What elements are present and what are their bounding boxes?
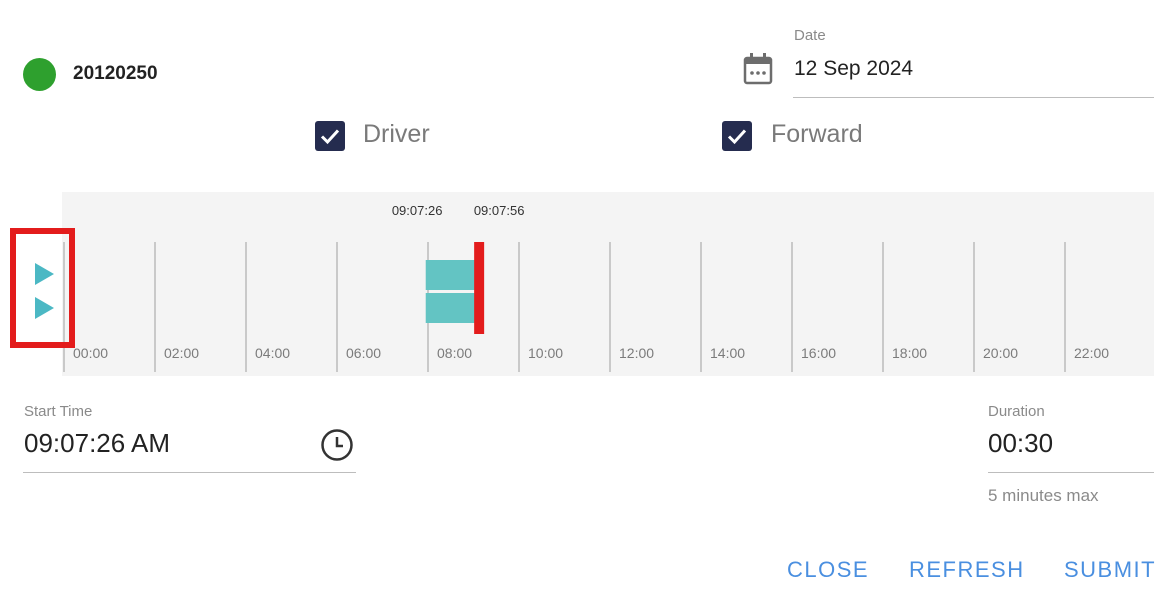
start-time-label: Start Time: [24, 403, 93, 420]
driver-checkbox[interactable]: [315, 121, 345, 151]
timeline-tick-label: 22:00: [1074, 345, 1109, 361]
timeline-tick-label: 00:00: [73, 345, 108, 361]
checkmark-icon: [727, 129, 747, 145]
duration-hint: 5 minutes max: [988, 486, 1099, 505]
date-field-underline: [793, 97, 1154, 98]
timeline-tick-label: 10:00: [528, 345, 563, 361]
forward-checkbox-label[interactable]: Forward: [771, 120, 863, 149]
vehicle-id: 20120250: [73, 63, 158, 84]
forward-footage-segment: [425, 293, 481, 323]
timeline-position-marker: [474, 242, 485, 334]
date-label: Date: [794, 27, 826, 44]
duration-label: Duration: [988, 403, 1045, 420]
timeline-tick-label: 18:00: [892, 345, 927, 361]
driver-checkbox-label[interactable]: Driver: [363, 120, 430, 149]
selection-start-label: 09:07:26: [392, 203, 443, 218]
duration-field[interactable]: 00:30: [988, 428, 1053, 459]
driver-footage-segment: [425, 260, 481, 290]
timeline-tick-label: 04:00: [255, 345, 290, 361]
play-controls-highlight: [10, 228, 75, 348]
timeline-tick-label: 16:00: [801, 345, 836, 361]
submit-button[interactable]: SUBMIT: [1064, 557, 1156, 583]
timeline-tick-label: 08:00: [437, 345, 472, 361]
timeline-tick-label: 02:00: [164, 345, 199, 361]
duration-underline: [988, 472, 1154, 473]
calendar-icon[interactable]: [742, 52, 774, 86]
clock-icon[interactable]: [320, 428, 354, 462]
timeline-tick-label: 20:00: [983, 345, 1018, 361]
refresh-button[interactable]: REFRESH: [909, 557, 1025, 583]
forward-checkbox[interactable]: [722, 121, 752, 151]
status-dot-icon: [23, 58, 56, 91]
timeline-tick-label: 14:00: [710, 345, 745, 361]
checkmark-icon: [320, 129, 340, 145]
close-button[interactable]: CLOSE: [787, 557, 869, 583]
start-time-field[interactable]: 09:07:26 AM: [24, 428, 170, 459]
timeline-tick-label: 06:00: [346, 345, 381, 361]
date-field[interactable]: 12 Sep 2024: [794, 57, 913, 81]
selection-end-label: 09:07:56: [474, 203, 525, 218]
timeline-canvas[interactable]: 00:00 02:00 04:00 06:00 08:00 10:00 12:00 14:00…: [62, 192, 1154, 376]
start-time-underline: [23, 472, 356, 473]
timeline[interactable]: 00:00 02:00 04:00 06:00 08:00 10:00 12:00 14:00…: [62, 192, 1154, 376]
timeline-tick-label: 12:00: [619, 345, 654, 361]
